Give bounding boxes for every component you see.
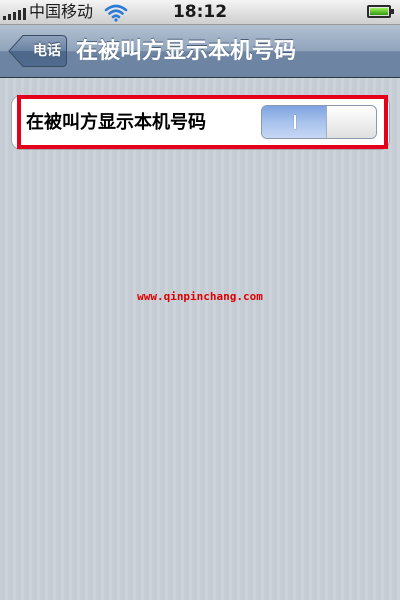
toggle-knob[interactable] [326,106,376,138]
back-button-label: 电话 [33,43,61,59]
toggle-on-mark-icon [294,115,296,129]
battery-icon [367,5,394,18]
watermark: www.qinpinchang.com [137,290,263,303]
settings-cell-show-caller-id: 在被叫方显示本机号码 [11,95,390,150]
cell-label: 在被叫方显示本机号码 [26,112,206,133]
status-time: 18:12 [172,2,228,22]
navigation-bar: 电话 在被叫方显示本机号码 [0,25,400,78]
status-bar: 中国移动 18:12 [0,0,400,25]
show-caller-id-toggle[interactable] [261,105,377,139]
back-button[interactable]: 电话 [8,34,68,68]
page-title: 在被叫方显示本机号码 [76,39,297,64]
